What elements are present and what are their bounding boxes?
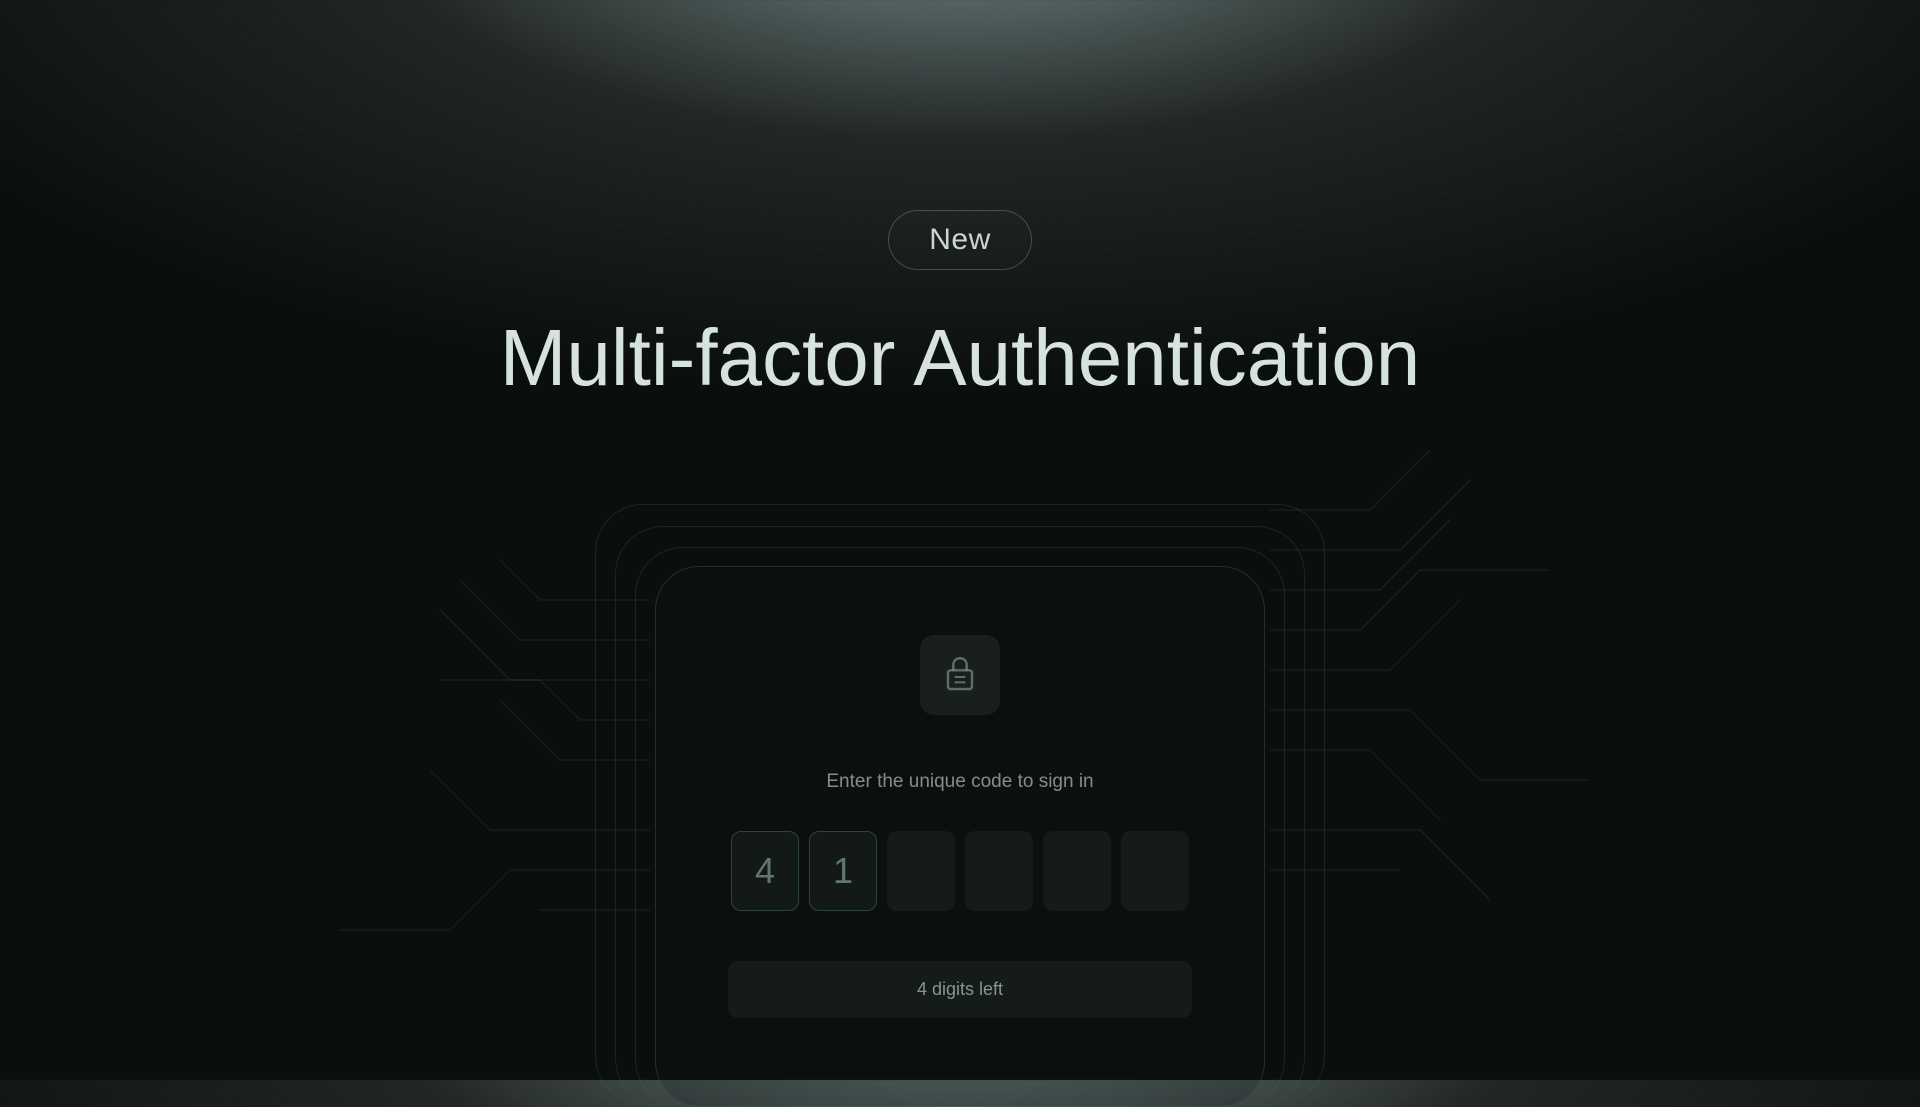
lock-icon-box — [920, 635, 1000, 715]
code-digit-5[interactable] — [1043, 831, 1111, 911]
device-stack: Enter the unique code to sign in 4 1 4 d… — [610, 504, 1310, 1044]
code-digit-6[interactable] — [1121, 831, 1189, 911]
code-digit-2[interactable]: 1 — [809, 831, 877, 911]
page-title: Multi-factor Authentication — [500, 312, 1420, 404]
code-digit-3[interactable] — [887, 831, 955, 911]
new-badge: New — [888, 210, 1032, 270]
status-text: 4 digits left — [917, 979, 1003, 999]
badge-label: New — [929, 223, 991, 256]
code-input-row: 4 1 — [731, 831, 1189, 911]
status-bar: 4 digits left — [728, 961, 1192, 1018]
auth-instruction: Enter the unique code to sign in — [826, 771, 1093, 793]
code-digit-4[interactable] — [965, 831, 1033, 911]
auth-card: Enter the unique code to sign in 4 1 4 d… — [655, 566, 1265, 1106]
lock-icon — [944, 654, 976, 697]
code-digit-1[interactable]: 4 — [731, 831, 799, 911]
